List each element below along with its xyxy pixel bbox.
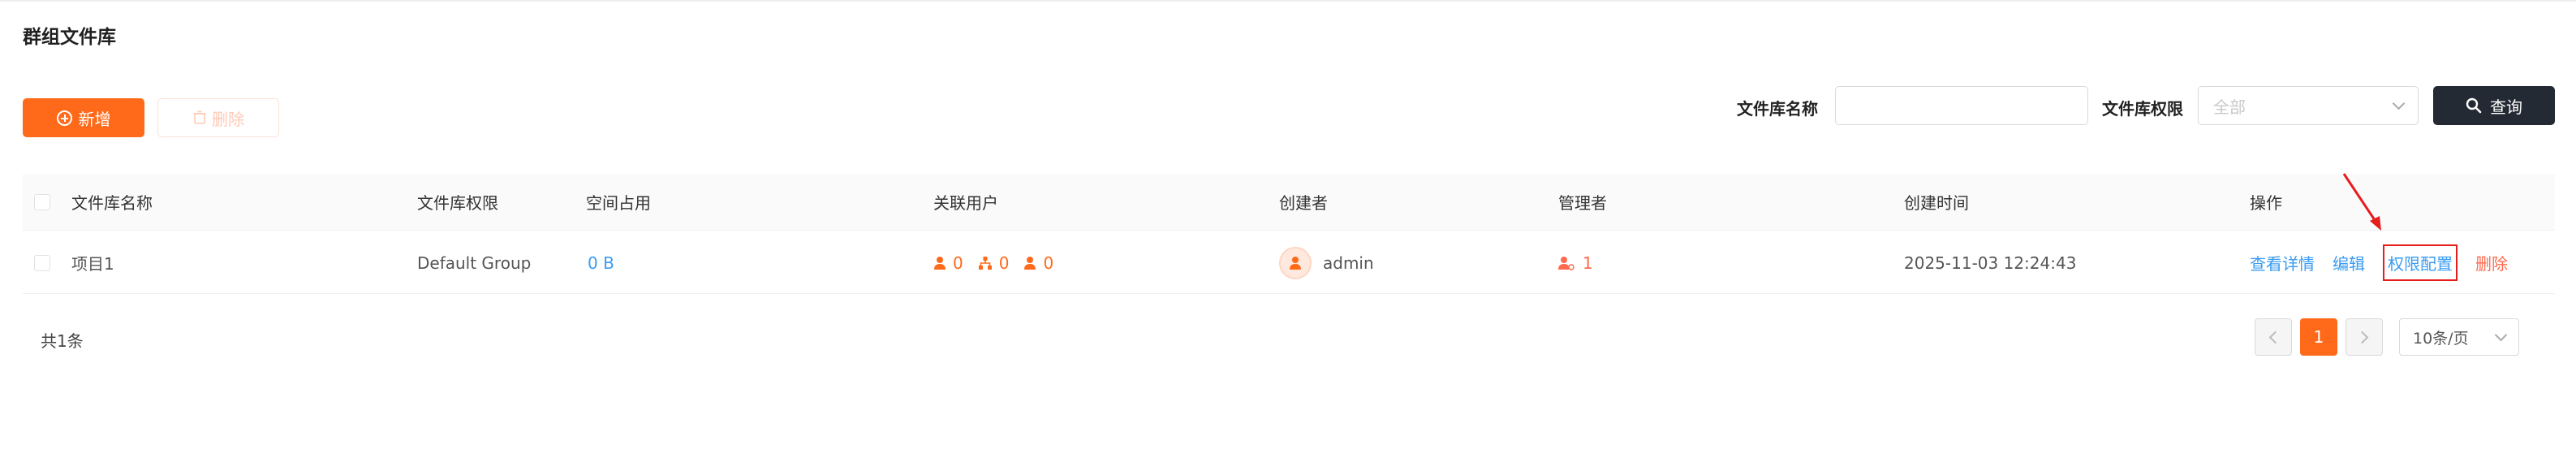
filter-permission-select[interactable]: 全部: [2198, 86, 2419, 125]
row-permission: Default Group: [417, 253, 532, 273]
row-actions: 查看详情 编辑 权限配置 删除: [2250, 232, 2508, 293]
header-space: 空间占用: [586, 193, 651, 213]
row-name: 项目1: [71, 254, 114, 274]
row-space[interactable]: 0 B: [588, 232, 614, 293]
avatar: [1279, 246, 1312, 279]
plus-circle-icon: [56, 110, 72, 126]
row-checkbox[interactable]: [34, 254, 50, 271]
header-permission: 文件库权限: [417, 193, 498, 213]
row-created-at: 2025-11-03 12:24:43: [1904, 253, 2077, 273]
chevron-down-icon: [2392, 97, 2406, 110]
table-row: 项目1 Default Group 0 B 0 0 0 admin 1 2025…: [23, 232, 2555, 294]
select-all-checkbox[interactable]: [34, 193, 50, 210]
header-actions: 操作: [2250, 193, 2282, 213]
search-icon: [2466, 97, 2482, 114]
chevron-right-icon: [2355, 331, 2369, 344]
chevron-left-icon: [2268, 331, 2282, 344]
query-button[interactable]: 查询: [2433, 86, 2555, 125]
row-related-users[interactable]: 0 0 0: [933, 232, 1062, 293]
prev-page-button[interactable]: [2255, 318, 2292, 356]
total-count: 共1条: [41, 331, 84, 351]
delete-button-label: 删除: [212, 109, 244, 129]
add-button-label: 新增: [78, 109, 111, 129]
header-created-at: 创建时间: [1904, 193, 1969, 213]
header-name: 文件库名称: [71, 193, 153, 213]
arrow-annotation-icon: [2342, 173, 2381, 231]
delete-button[interactable]: 删除: [157, 98, 279, 137]
orgs-count: 0: [998, 253, 1010, 273]
filter-name-input[interactable]: [1835, 86, 2088, 125]
permission-config-link[interactable]: 权限配置: [2383, 244, 2458, 281]
managers-count: 1: [1583, 253, 1593, 273]
row-managers[interactable]: 1: [1558, 232, 1593, 293]
groups-count: 0: [1043, 253, 1054, 273]
view-details-link[interactable]: 查看详情: [2250, 251, 2315, 274]
page-size-select[interactable]: 10条/页: [2399, 318, 2519, 356]
user-icon: [1024, 256, 1036, 270]
chevron-down-icon: [2494, 328, 2508, 341]
page-1-button[interactable]: 1: [2300, 318, 2337, 356]
filter-permission-value: 全部: [2213, 97, 2246, 117]
row-creator: admin: [1279, 232, 1374, 293]
filter-permission-label: 文件库权限: [2102, 99, 2183, 119]
top-divider: [0, 0, 2576, 2]
next-page-button[interactable]: [2346, 318, 2383, 356]
page-title: 群组文件库: [23, 27, 116, 48]
users-count: 0: [953, 253, 963, 273]
header-creator: 创建者: [1279, 193, 1328, 213]
delete-link[interactable]: 删除: [2475, 251, 2508, 274]
page-size-value: 10条/页: [2413, 329, 2469, 348]
manager-icon: [1558, 256, 1574, 270]
filter-name-label: 文件库名称: [1737, 99, 1818, 119]
query-button-label: 查询: [2490, 97, 2522, 117]
user-icon: [1290, 256, 1301, 270]
trash-icon: [193, 110, 206, 124]
user-icon: [934, 256, 946, 270]
creator-name: admin: [1323, 253, 1374, 273]
header-manager: 管理者: [1558, 193, 1607, 213]
add-button[interactable]: 新增: [23, 98, 144, 137]
header-users: 关联用户: [933, 193, 998, 213]
table-header: 文件库名称 文件库权限 空间占用 关联用户 创建者 管理者 创建时间 操作: [23, 174, 2555, 231]
org-icon: [978, 256, 992, 270]
edit-link[interactable]: 编辑: [2333, 251, 2365, 274]
